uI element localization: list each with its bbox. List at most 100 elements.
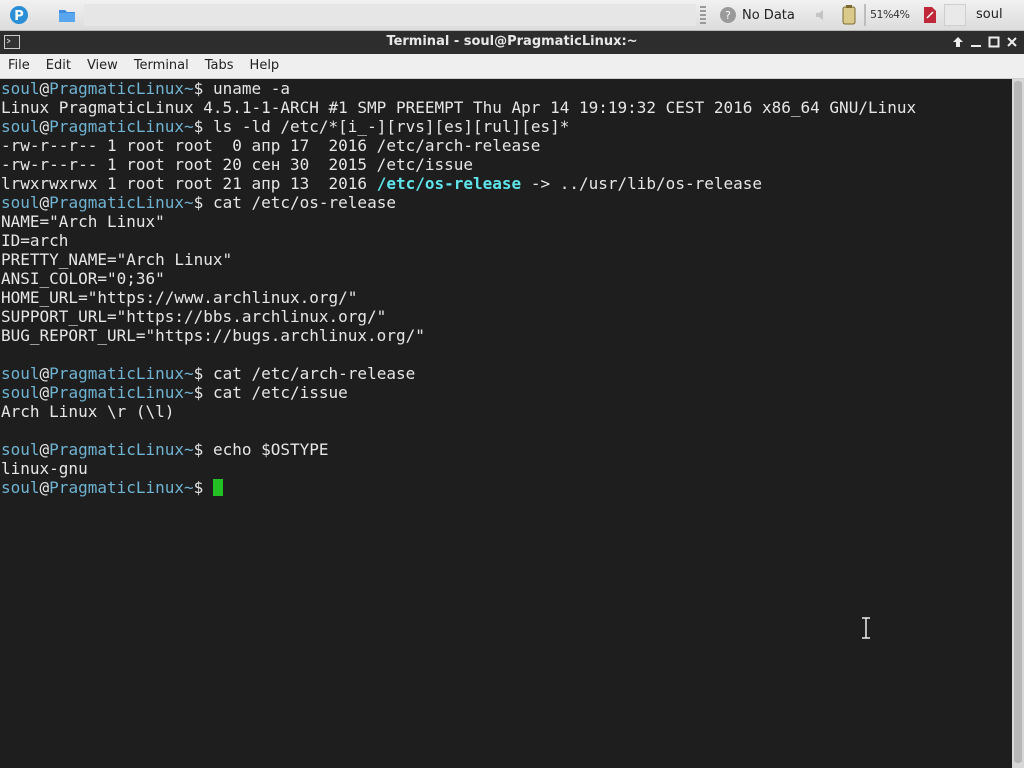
- output-text: BUG_REPORT_URL="https://bugs.archlinux.o…: [1, 326, 425, 345]
- terminal-line: PRETTY_NAME="Arch Linux": [1, 250, 232, 269]
- volume-icon[interactable]: [814, 7, 830, 23]
- prompt-symbol: $: [193, 193, 213, 212]
- tasklist: [84, 4, 696, 26]
- output-text: ID=arch: [1, 231, 69, 250]
- prompt-user: soul: [1, 383, 40, 402]
- terminal-line: soul@PragmaticLinux~$ ls -ld /etc/*[i_-]…: [1, 117, 569, 136]
- terminal-line: soul@PragmaticLinux~$ cat /etc/os-releas…: [1, 193, 396, 212]
- keep-above-button[interactable]: [950, 34, 966, 50]
- prompt-user: soul: [1, 117, 40, 136]
- prompt-path: ~: [184, 79, 194, 98]
- terminal-line: -rw-r--r-- 1 root root 0 апр 17 2016 /et…: [1, 136, 540, 155]
- command-text: echo $OSTYPE: [212, 440, 329, 459]
- terminal-line: soul@PragmaticLinux~$ echo $OSTYPE: [1, 440, 329, 459]
- terminal-line: soul@PragmaticLinux~$ cat /etc/issue: [1, 383, 348, 402]
- terminal-line: soul@PragmaticLinux~$ uname -a: [1, 79, 290, 98]
- svg-text:?: ?: [725, 9, 731, 22]
- menu-help[interactable]: Help: [242, 54, 288, 78]
- prompt-at: @: [39, 193, 50, 212]
- output-text: HOME_URL="https://www.archlinux.org/": [1, 288, 358, 307]
- cpu-monitor-text[interactable]: 51%4%: [870, 8, 910, 21]
- battery-icon[interactable]: [838, 4, 860, 26]
- output-text: -rw-r--r-- 1 root root 20 сен 30 2015 /e…: [1, 155, 474, 174]
- menu-tabs[interactable]: Tabs: [197, 54, 242, 78]
- pdf-icon[interactable]: [922, 6, 938, 24]
- output-text: lrwxrwxrwx 1 root root 21 апр 13 2016: [1, 174, 377, 193]
- output-text: Linux PragmaticLinux 4.5.1-1-ARCH #1 SMP…: [1, 98, 917, 117]
- prompt-user: soul: [1, 440, 40, 459]
- top-panel: P ? No Data 51%4% soul: [0, 0, 1024, 31]
- terminal-line: ID=arch: [1, 231, 68, 250]
- launcher-file-manager[interactable]: [52, 3, 82, 27]
- prompt-user: soul: [1, 79, 40, 98]
- output-text: SUPPORT_URL="https://bbs.archlinux.org/": [1, 307, 387, 326]
- prompt-symbol: $: [193, 383, 213, 402]
- terminal-line: BUG_REPORT_URL="https://bugs.archlinux.o…: [1, 326, 425, 345]
- menu-bar: File Edit View Terminal Tabs Help: [0, 54, 1024, 79]
- folder-icon: [59, 10, 75, 22]
- ibeam-cursor-icon: [862, 617, 870, 639]
- prompt-host: PragmaticLinux: [49, 117, 185, 136]
- prompt-host: PragmaticLinux: [49, 79, 185, 98]
- symlink-target: -> ../usr/lib/os-release: [521, 174, 763, 193]
- window-title: Terminal - soul@PragmaticLinux:~: [386, 34, 638, 49]
- text-cursor: [212, 479, 223, 496]
- menu-terminal[interactable]: Terminal: [126, 54, 197, 78]
- prompt-user: soul: [1, 193, 40, 212]
- scrollbar-thumb[interactable]: [1014, 81, 1022, 763]
- terminal-line: lrwxrwxrwx 1 root root 21 апр 13 2016 /e…: [1, 174, 762, 193]
- prompt-path: ~: [184, 478, 194, 497]
- launcher-pragmatic[interactable]: P: [4, 3, 34, 27]
- terminal-line: soul@PragmaticLinux~$ cat /etc/arch-rele…: [1, 364, 415, 383]
- close-button[interactable]: [1004, 34, 1020, 50]
- maximize-button[interactable]: [986, 34, 1002, 50]
- close-icon: [1007, 37, 1017, 47]
- terminal-line: soul@PragmaticLinux~$: [1, 478, 223, 497]
- output-text: PRETTY_NAME="Arch Linux": [1, 250, 233, 269]
- prompt-at: @: [39, 79, 50, 98]
- menu-file[interactable]: File: [0, 54, 38, 78]
- output-text: -rw-r--r-- 1 root root 0 апр 17 2016 /et…: [1, 136, 541, 155]
- weather-text: No Data: [742, 7, 795, 23]
- terminal-line: NAME="Arch Linux": [1, 212, 165, 231]
- symlink-name: /etc/os-release: [376, 174, 522, 193]
- prompt-user: soul: [1, 478, 40, 497]
- terminal-output[interactable]: soul@PragmaticLinux~$ uname -a Linux Prag…: [0, 79, 1012, 768]
- terminal-line: Arch Linux \r (\l): [1, 402, 174, 421]
- terminal-line: ANSI_COLOR="0;36": [1, 269, 165, 288]
- pragmatic-logo-icon: P: [10, 6, 28, 24]
- terminal-line: SUPPORT_URL="https://bbs.archlinux.org/": [1, 307, 386, 326]
- terminal-line: Linux PragmaticLinux 4.5.1-1-ARCH #1 SMP…: [1, 98, 916, 117]
- minimize-button[interactable]: [968, 34, 984, 50]
- maximize-icon: [988, 36, 1000, 48]
- user-name[interactable]: soul: [976, 7, 1003, 22]
- prompt-path: ~: [184, 193, 194, 212]
- window-titlebar[interactable]: Terminal - soul@PragmaticLinux:~: [0, 31, 1024, 54]
- output-text: linux-gnu: [1, 459, 88, 478]
- prompt-at: @: [39, 383, 50, 402]
- output-text: NAME="Arch Linux": [1, 212, 165, 231]
- weather-plugin[interactable]: ? No Data: [718, 4, 795, 26]
- command-text: uname -a: [212, 79, 290, 98]
- prompt-host: PragmaticLinux: [49, 383, 185, 402]
- command-text: cat /etc/arch-release: [212, 364, 416, 383]
- prompt-at: @: [39, 117, 50, 136]
- terminal-line: linux-gnu: [1, 459, 88, 478]
- show-desktop-button[interactable]: [944, 4, 966, 26]
- prompt-user: soul: [1, 364, 40, 383]
- prompt-host: PragmaticLinux: [49, 440, 185, 459]
- prompt-at: @: [39, 440, 50, 459]
- command-text: ls -ld /etc/*[i_-][rvs][es][rul][es]*: [212, 117, 570, 136]
- command-text: cat /etc/os-release: [212, 193, 396, 212]
- svg-text:P: P: [14, 9, 24, 24]
- prompt-path: ~: [184, 383, 194, 402]
- menu-view[interactable]: View: [79, 54, 126, 78]
- terminal-scrollbar[interactable]: [1012, 79, 1024, 768]
- prompt-host: PragmaticLinux: [49, 364, 185, 383]
- menu-edit[interactable]: Edit: [38, 54, 79, 78]
- weather-unknown-icon: ?: [720, 7, 736, 23]
- prompt-symbol: $: [193, 117, 213, 136]
- tray-handle[interactable]: [700, 6, 706, 24]
- prompt-at: @: [39, 364, 50, 383]
- command-text: cat /etc/issue: [212, 383, 348, 402]
